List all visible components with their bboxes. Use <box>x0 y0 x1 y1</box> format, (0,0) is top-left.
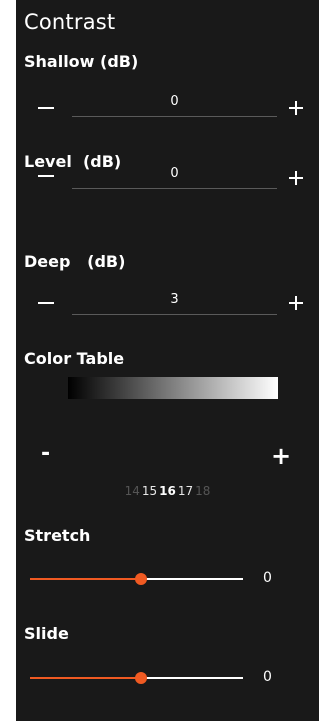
slide-label: Slide <box>24 624 69 643</box>
stretch-slider-thumb[interactable] <box>134 573 147 585</box>
color-table-page-17[interactable]: 17 <box>178 484 193 498</box>
level-increment-button[interactable] <box>284 166 308 190</box>
stretch-label: Stretch <box>24 526 91 545</box>
panel-title: Contrast <box>24 10 116 34</box>
shallow-decrement-button[interactable] <box>34 96 58 120</box>
stretch-value: 0 <box>263 570 272 586</box>
level-value-field[interactable]: 0 <box>72 164 277 189</box>
color-table-previous-button[interactable]: - <box>41 441 50 466</box>
deep-increment-button[interactable] <box>284 291 308 315</box>
color-table-next-button[interactable]: + <box>271 442 291 470</box>
level-decrement-button[interactable] <box>34 164 58 188</box>
deep-label: Deep (dB) <box>24 252 126 271</box>
shallow-label: Shallow (dB) <box>24 52 139 71</box>
slide-slider[interactable] <box>30 672 243 684</box>
slide-slider-fill <box>30 677 141 679</box>
color-table-page-14[interactable]: 14 <box>125 484 140 498</box>
shallow-increment-button[interactable] <box>284 96 308 120</box>
color-table-page-18[interactable]: 18 <box>195 484 210 498</box>
slide-value: 0 <box>263 669 272 685</box>
color-table-gradient <box>68 377 278 399</box>
contrast-panel: Contrast Shallow (dB) 0 Level (dB) 0 Dee… <box>16 0 319 721</box>
color-table-page-16[interactable]: 16 <box>159 484 176 498</box>
color-table-page-indicator: 14 15 16 17 18 <box>16 484 319 498</box>
stretch-slider-fill <box>30 578 141 580</box>
color-table-page-15[interactable]: 15 <box>142 484 157 498</box>
slide-slider-thumb[interactable] <box>134 672 147 684</box>
stretch-slider[interactable] <box>30 573 243 585</box>
deep-value-field[interactable]: 3 <box>72 290 277 315</box>
deep-decrement-button[interactable] <box>34 291 58 315</box>
shallow-value-field[interactable]: 0 <box>72 92 277 117</box>
color-table-label: Color Table <box>24 349 125 368</box>
